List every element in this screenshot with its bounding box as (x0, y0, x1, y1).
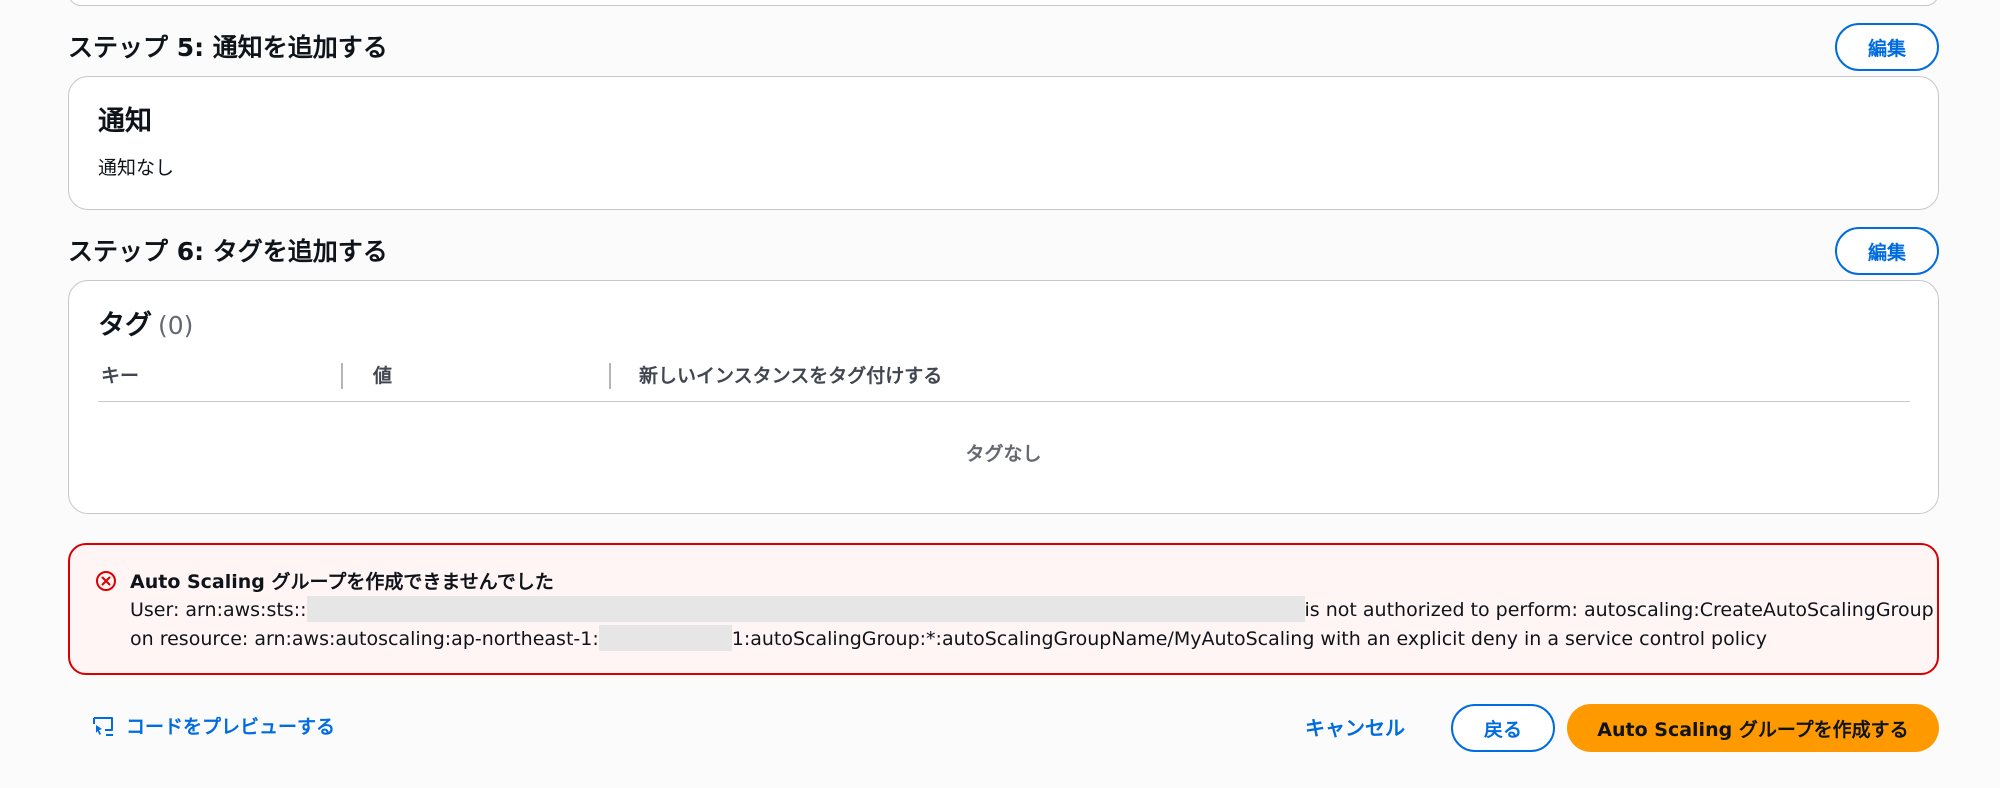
step6-title: ステップ 6: タグを追加する (68, 237, 388, 266)
tags-card-title: タグ (0) (98, 303, 193, 342)
column-resize-handle[interactable] (609, 363, 611, 389)
column-header-value[interactable]: 値 (373, 361, 392, 388)
column-header-key[interactable]: キー (101, 361, 139, 388)
error-message-line2: on resource: arn:aws:autoscaling:ap-nort… (130, 624, 1767, 651)
step6-edit-button[interactable]: 編集 (1835, 227, 1939, 275)
error-message-line1: User: arn:aws:sts:: is not authorized to … (130, 595, 1934, 622)
error-x-circle-icon (96, 571, 116, 591)
cancel-button[interactable]: キャンセル (1305, 712, 1405, 741)
preview-code-link[interactable]: コードをプレビューする (90, 712, 335, 739)
error-user-arn-prefix: User: arn:aws:sts:: (130, 599, 307, 621)
create-auto-scaling-group-button[interactable]: Auto Scaling グループを作成する (1567, 704, 1939, 752)
code-preview-icon (93, 716, 113, 736)
error-line1-suffix: is not authorized to perform: autoscalin… (1304, 599, 1934, 621)
column-header-tag-new-instances[interactable]: 新しいインスタンスをタグ付けする (639, 361, 942, 388)
notifications-card-title: 通知 (98, 106, 152, 137)
column-resize-handle[interactable] (341, 363, 343, 389)
review-page: ステップ 5: 通知を追加する 編集 通知 通知なし ステップ 6: タグを追加… (0, 0, 2000, 788)
error-alert: Auto Scaling グループを作成できませんでした User: arn:a… (68, 543, 1939, 675)
tags-card: タグ (0) キー 値 新しいインスタンスをタグ付けする タグなし (68, 280, 1939, 514)
tags-count: (0) (158, 311, 194, 340)
redacted-account-id (598, 624, 732, 651)
table-header-divider (98, 401, 1910, 402)
notifications-card: 通知 通知なし (68, 76, 1939, 210)
error-resource-prefix: on resource: arn:aws:autoscaling:ap-nort… (130, 628, 599, 650)
notifications-value: 通知なし (98, 157, 175, 179)
back-button[interactable]: 戻る (1451, 704, 1555, 752)
previous-step-card (68, 0, 1939, 6)
tags-title-text: タグ (98, 310, 152, 341)
preview-code-label: コードをプレビューする (126, 716, 336, 738)
error-line2-suffix: 1:autoScalingGroup:*:autoScalingGroupNam… (731, 628, 1767, 650)
error-alert-title: Auto Scaling グループを作成できませんでした (130, 571, 554, 593)
tags-empty-state: タグなし (965, 443, 1042, 465)
step5-title: ステップ 5: 通知を追加する (68, 33, 388, 62)
redacted-arn (306, 595, 1305, 622)
step5-edit-button[interactable]: 編集 (1835, 23, 1939, 71)
